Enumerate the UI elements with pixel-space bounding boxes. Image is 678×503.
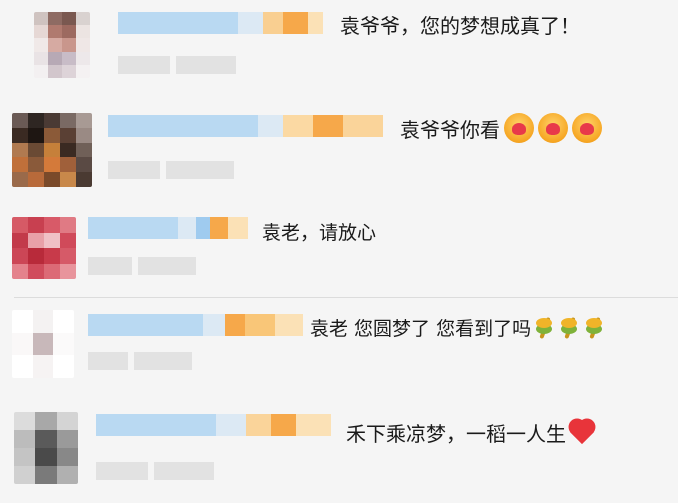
username[interactable] bbox=[88, 217, 248, 239]
comment-text: 袁老，请放心 bbox=[262, 217, 376, 245]
comment-item: 袁爷爷，您的梦想成真了！ bbox=[0, 0, 678, 95]
comment-meta bbox=[88, 257, 196, 275]
comment-text: 禾下乘凉梦，一稻一人生 bbox=[346, 416, 598, 448]
username[interactable] bbox=[88, 314, 303, 336]
comment-text-label: 袁老，请放心 bbox=[262, 221, 377, 244]
comment-text: 袁爷爷，您的梦想成真了！ bbox=[340, 7, 580, 41]
comment-item: 袁老，请放心 bbox=[0, 205, 678, 297]
rice-ear-emoji bbox=[559, 315, 581, 339]
avatar[interactable] bbox=[12, 113, 92, 187]
comment-meta bbox=[108, 161, 234, 179]
username[interactable] bbox=[96, 414, 331, 436]
comment-text: 袁老 您圆梦了 您看到了吗 bbox=[310, 312, 606, 342]
comment-meta bbox=[96, 462, 214, 480]
avatar[interactable] bbox=[12, 217, 76, 279]
comment-text: 袁爷爷你看 bbox=[400, 111, 602, 145]
comment-text-label: 袁爷爷你看 bbox=[400, 117, 500, 142]
comment-meta bbox=[88, 352, 192, 370]
username[interactable] bbox=[118, 12, 323, 34]
comment-meta bbox=[118, 56, 236, 74]
rice-ear-emoji bbox=[534, 315, 556, 339]
avatar[interactable] bbox=[34, 12, 90, 78]
username[interactable] bbox=[108, 115, 383, 137]
comment-item: 袁老 您圆梦了 您看到了吗 bbox=[0, 298, 678, 398]
comment-text-label: 袁爷爷，您的梦想成真了！ bbox=[340, 13, 580, 38]
comment-item: 袁爷爷你看 bbox=[0, 95, 678, 205]
comment-text-label: 袁老 您圆梦了 您看到了吗 bbox=[310, 317, 532, 340]
face-with-hearts-emoji bbox=[538, 113, 568, 143]
rice-ear-emoji bbox=[584, 315, 606, 339]
face-with-hearts-emoji bbox=[572, 113, 602, 143]
comment-item: 禾下乘凉梦，一稻一人生 bbox=[0, 398, 678, 503]
red-heart-emoji bbox=[568, 418, 598, 446]
avatar[interactable] bbox=[12, 310, 74, 378]
face-with-hearts-emoji bbox=[504, 113, 534, 143]
comment-text-label: 禾下乘凉梦，一稻一人生 bbox=[346, 421, 566, 446]
avatar[interactable] bbox=[14, 412, 78, 484]
